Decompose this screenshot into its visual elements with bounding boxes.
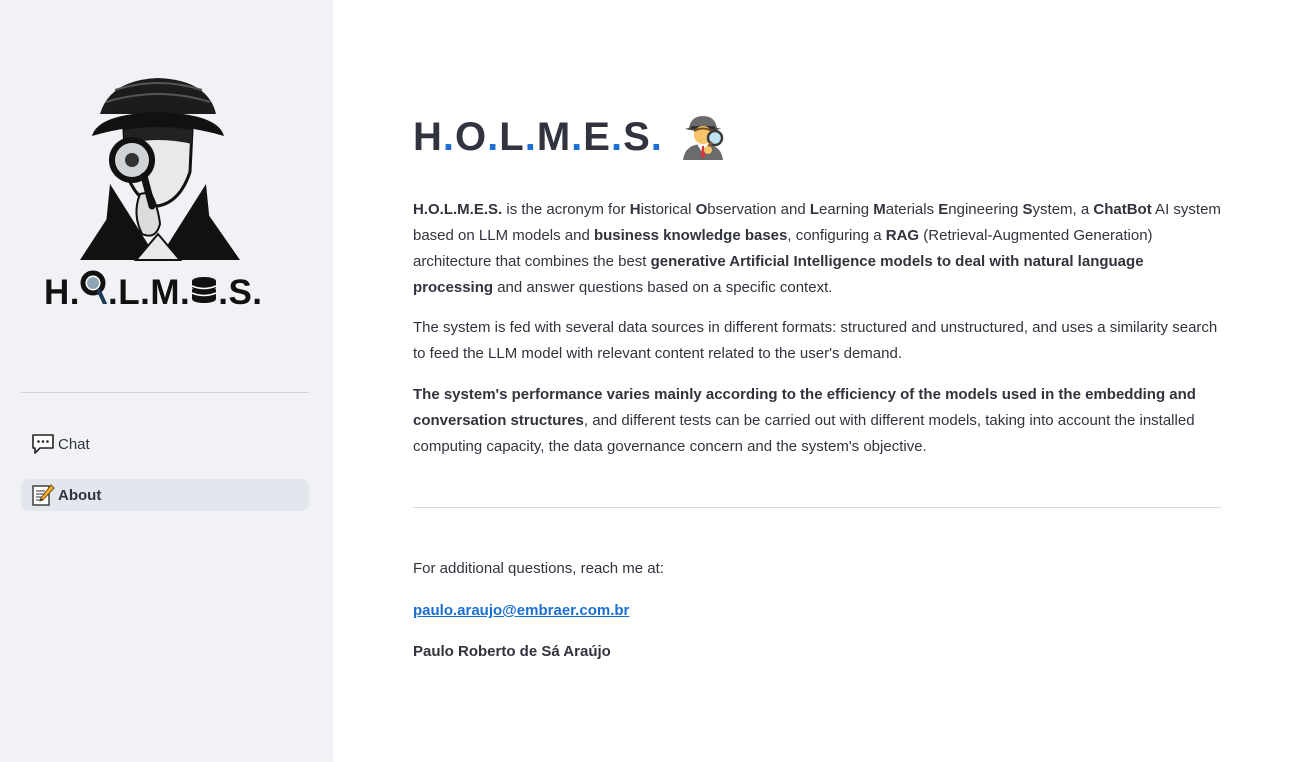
logo-wordmark: H. .L.M. .S.	[44, 270, 280, 313]
memo-icon	[31, 483, 55, 507]
title-letter: S	[623, 114, 651, 159]
logo-text-part1: H.	[44, 273, 80, 312]
magnifier-letter-icon	[80, 270, 108, 304]
content-divider	[413, 507, 1221, 508]
author-name: Paulo Roberto de Sá Araújo	[413, 643, 611, 660]
sidebar-item-label: About	[58, 486, 102, 504]
detective-icon	[677, 112, 727, 162]
sidebar: H. .L.M. .S. Chat About	[0, 0, 333, 762]
title-letter: O	[455, 114, 488, 159]
title-letter: H	[413, 114, 443, 159]
contact-label: For additional questions, reach me at:	[413, 560, 664, 577]
intro-paragraph: H.O.L.M.E.S. is the acronym for Historic…	[413, 201, 1221, 296]
title-letter: L	[499, 114, 525, 159]
title-letter: E	[583, 114, 611, 159]
logo-text-part3: .S.	[218, 273, 263, 312]
page-title: H.O.L.M.E.S.	[413, 112, 727, 162]
data-sources-paragraph: The system is fed with several data sour…	[413, 319, 1218, 362]
sidebar-item-chat[interactable]: Chat	[21, 428, 309, 460]
sidebar-divider	[21, 392, 309, 393]
email-link[interactable]: paulo.araujo@embraer.com.br	[413, 598, 629, 624]
speech-balloon-icon	[31, 432, 55, 456]
sidebar-item-label: Chat	[58, 435, 90, 453]
sidebar-item-about[interactable]: About	[21, 479, 309, 511]
logo-text-part2: .L.M.	[108, 273, 191, 312]
title-letter: M	[536, 114, 572, 159]
database-letter-icon	[190, 276, 218, 304]
performance-paragraph: The system's performance varies mainly a…	[413, 386, 1196, 455]
holmes-logo: H. .L.M. .S.	[40, 74, 280, 336]
